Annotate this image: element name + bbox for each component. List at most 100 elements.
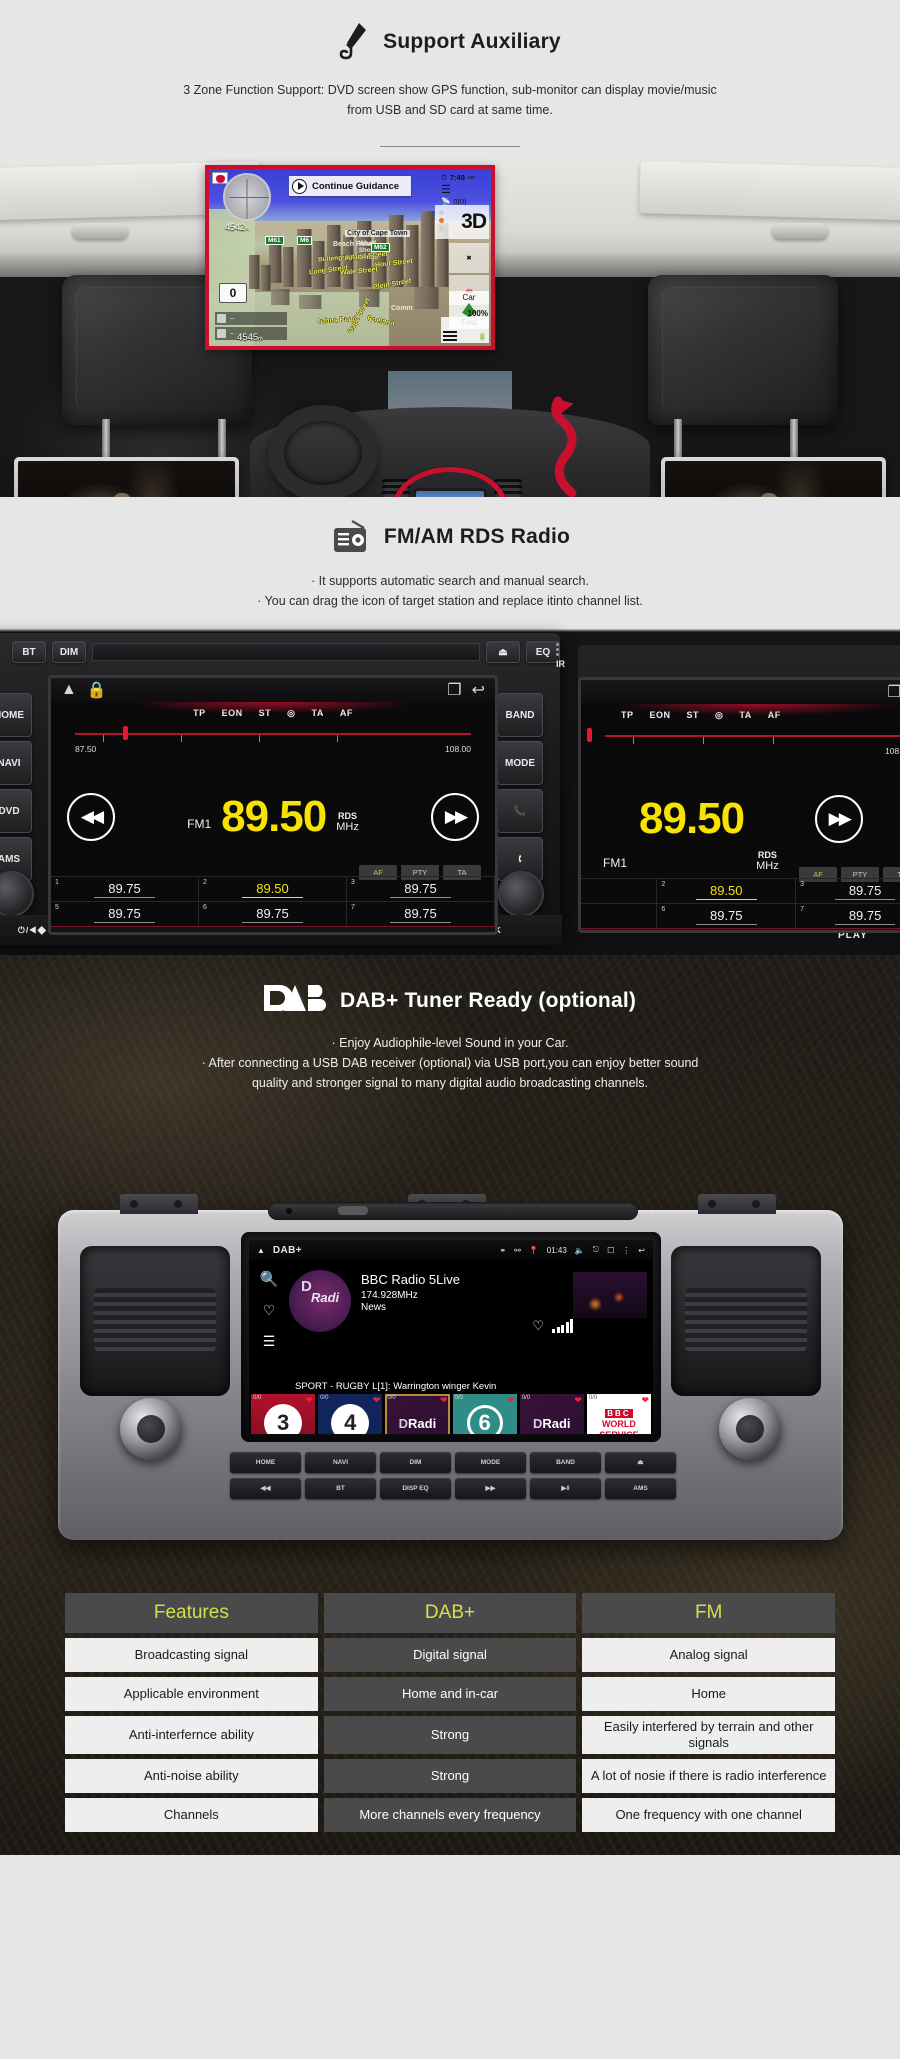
- preset-button[interactable]: 5 89.75: [51, 901, 199, 926]
- dash-eject-button[interactable]: ⏏: [605, 1452, 676, 1473]
- eject-icon[interactable]: ⎋: [593, 1245, 599, 1255]
- dash-prev-button[interactable]: ◀◀: [230, 1478, 301, 1499]
- equalizer-icon[interactable]: ⌵: [65, 934, 73, 935]
- lock-icon[interactable]: 🔒: [87, 680, 107, 700]
- dash-next-button[interactable]: ▶▶: [455, 1478, 526, 1499]
- dash-cd-slot[interactable]: [268, 1202, 638, 1220]
- dash-physical-buttons[interactable]: HOME NAVI DIM MODE BAND ⏏ ◀◀ BT DISP EQ …: [230, 1452, 676, 1504]
- statusbar-left[interactable]: ▲ 🔒: [61, 680, 107, 700]
- favorite-icon[interactable]: ❤: [641, 1395, 649, 1406]
- search-icon[interactable]: 🔍: [260, 1270, 279, 1288]
- station-tile[interactable]: 0/0 ❤ 4 BBC Radio 4: [318, 1394, 383, 1434]
- tuning-dial[interactable]: 87.50 108.00: [51, 724, 495, 758]
- bt-button[interactable]: BT: [12, 641, 46, 663]
- menu-icon[interactable]: [443, 331, 457, 341]
- dash-knob-right[interactable]: [719, 1398, 781, 1460]
- dial-cursor[interactable]: [587, 728, 592, 742]
- gps-menu-row[interactable]: ☰: [441, 184, 489, 196]
- volume-icon[interactable]: 🔊: [405, 934, 417, 935]
- dab-station-tiles[interactable]: 0/0 ❤ 3 BBC Radio 3 0/0 ❤ 4: [249, 1394, 653, 1434]
- preset-button[interactable]: 3 89.75: [796, 878, 900, 903]
- call-answer-button[interactable]: 📞: [497, 789, 543, 833]
- overflow-menu-icon[interactable]: ⋮: [622, 1246, 630, 1255]
- eq-button[interactable]: EQ: [526, 641, 560, 663]
- dash-button-row-2[interactable]: ◀◀ BT DISP EQ ▶▶ ▶‖ AMS: [230, 1478, 676, 1499]
- home-icon[interactable]: ▲: [257, 1246, 265, 1255]
- head-unit-right-buttons[interactable]: BAND MODE 📞 🕻: [497, 693, 543, 881]
- dab-statusbar-left[interactable]: ▲ DAB+: [257, 1245, 302, 1256]
- station-list-icon[interactable]: ☰: [263, 1333, 276, 1350]
- dvd-hw-button[interactable]: DVD: [0, 789, 32, 833]
- screenshot-icon[interactable]: ☐: [607, 1246, 614, 1255]
- dial-cursor[interactable]: [123, 726, 128, 740]
- dab-statusbar-right[interactable]: ⚭ ⚯ 📍 01:43 🔈 ⎋ ☐ ⋮ ↩: [499, 1245, 645, 1255]
- favorite-icon[interactable]: ♡: [532, 1318, 544, 1334]
- dash-button-row-1[interactable]: HOME NAVI DIM MODE BAND ⏏: [230, 1452, 676, 1473]
- mode-hw-button[interactable]: MODE: [497, 741, 543, 785]
- station-tile[interactable]: 0/0 ❤ DRadi BBC Radio 7: [519, 1394, 584, 1434]
- favorite-icon[interactable]: ❤: [306, 1395, 314, 1406]
- navi-hw-button[interactable]: NAVI: [0, 741, 32, 785]
- gps-poi-button[interactable]: ✖: [449, 243, 489, 273]
- dash-knob-left[interactable]: [120, 1398, 182, 1460]
- dash-bt-button[interactable]: BT: [305, 1478, 376, 1499]
- preset-button[interactable]: 6 89.75: [657, 903, 797, 928]
- preset-button[interactable]: [581, 903, 658, 928]
- search-icon[interactable]: 🔍: [337, 934, 349, 935]
- gps-bottom-right-panel[interactable]: 🔋: [441, 317, 489, 343]
- dash-mode-button[interactable]: MODE: [455, 1452, 526, 1473]
- preset-button[interactable]: 2 89.50: [199, 876, 347, 901]
- dab-ui-screen[interactable]: ▲ DAB+ ⚭ ⚯ 📍 01:43 🔈 ⎋ ☐ ⋮ ↩ 🔍 ♡ ☰ D Rad…: [249, 1240, 653, 1434]
- station-tile[interactable]: 0/0 ❤ BBCWORLDSERVICE BBC WorldService: [586, 1394, 652, 1434]
- preset-button[interactable]: 3 89.75: [347, 876, 495, 901]
- dash-home-button[interactable]: HOME: [230, 1452, 301, 1473]
- favorite-icon[interactable]: ❤: [440, 1395, 448, 1406]
- tune-knob-right[interactable]: [498, 871, 544, 917]
- dab-left-rail[interactable]: 🔍 ♡ ☰: [249, 1260, 289, 1378]
- dash-band-button[interactable]: BAND: [530, 1452, 601, 1473]
- head-unit-left-buttons[interactable]: HOME NAVI DVD AMS: [0, 693, 32, 881]
- radio-ui-screen[interactable]: ▲ 🔒 ❐ ↩ TP EON ST ◎ TA AF 87.50 108.00 ◀…: [48, 675, 498, 935]
- favorite-icon[interactable]: ❤: [373, 1395, 381, 1406]
- preset-button[interactable]: [581, 878, 658, 903]
- preset-button[interactable]: 7 89.75: [796, 903, 900, 928]
- fm-tab[interactable]: FM: [128, 934, 142, 935]
- st-tab[interactable]: ST: [269, 934, 282, 935]
- favorite-icon[interactable]: ❤: [574, 1395, 582, 1406]
- radio-bottom-nav-secondary[interactable]: FM AM ST 🔍 🔊 ⏻: [581, 928, 900, 930]
- tuning-dial-secondary[interactable]: 108.00: [581, 726, 900, 760]
- favorite-icon[interactable]: ♡: [263, 1302, 276, 1319]
- am-tab[interactable]: AM: [198, 934, 213, 935]
- gps-view-mode-button[interactable]: 3D: [435, 205, 489, 239]
- power-icon[interactable]: ⏻: [473, 934, 481, 935]
- mute-icon[interactable]: 🔈: [575, 1246, 585, 1255]
- preset-button[interactable]: 7 89.75: [347, 901, 495, 926]
- home-icon[interactable]: ▲: [61, 681, 77, 699]
- back-icon[interactable]: ↩: [472, 680, 485, 700]
- station-tile[interactable]: 0/0 ❤ 6 BBC Radio 6Music: [452, 1394, 517, 1434]
- statusbar-right-secondary[interactable]: ❐ ↩: [887, 682, 900, 702]
- radio-bottom-nav[interactable]: ⌵ FM AM ST 🔍 🔊 ⏻: [51, 926, 495, 935]
- radio-ui-screen-secondary[interactable]: ❐ ↩ TP EON ST ◎ TA AF 108.00: [578, 677, 900, 933]
- home-hw-button[interactable]: HOME: [0, 693, 32, 737]
- dim-button[interactable]: DIM: [52, 641, 86, 663]
- dash-ams-button[interactable]: AMS: [605, 1478, 676, 1499]
- seek-up-button[interactable]: ▶▶: [431, 793, 479, 841]
- preset-grid-secondary[interactable]: 2 89.50 3 89.75 6 89.75 7 89.75: [581, 878, 900, 928]
- statusbar-right[interactable]: ❐ ↩: [447, 680, 485, 700]
- dash-dim-button[interactable]: DIM: [380, 1452, 451, 1473]
- recents-icon[interactable]: ❐: [887, 682, 900, 702]
- preset-grid[interactable]: 1 89.75 2 89.50 3 89.75 5 89.75 6 89.75 7 89.7…: [51, 876, 495, 926]
- dash-disp-eq-button[interactable]: DISP EQ: [380, 1478, 451, 1499]
- preset-button[interactable]: 2 89.50: [657, 878, 797, 903]
- band-hw-button[interactable]: BAND: [497, 693, 543, 737]
- eject-button[interactable]: ⏏: [486, 641, 520, 663]
- favorite-icon[interactable]: ❤: [507, 1395, 515, 1406]
- recents-icon[interactable]: ❐: [447, 680, 461, 700]
- seek-up-button[interactable]: ▶▶: [814, 795, 863, 843]
- dash-navi-button[interactable]: NAVI: [305, 1452, 376, 1473]
- dash-play-pause-button[interactable]: ▶‖: [530, 1478, 601, 1499]
- gps-continue-guidance-button[interactable]: Continue Guidance: [288, 176, 412, 196]
- back-icon[interactable]: ↩: [638, 1246, 645, 1255]
- station-tile-selected[interactable]: 0/0 ❤ DRadi BBC Radio 5Live: [385, 1394, 450, 1434]
